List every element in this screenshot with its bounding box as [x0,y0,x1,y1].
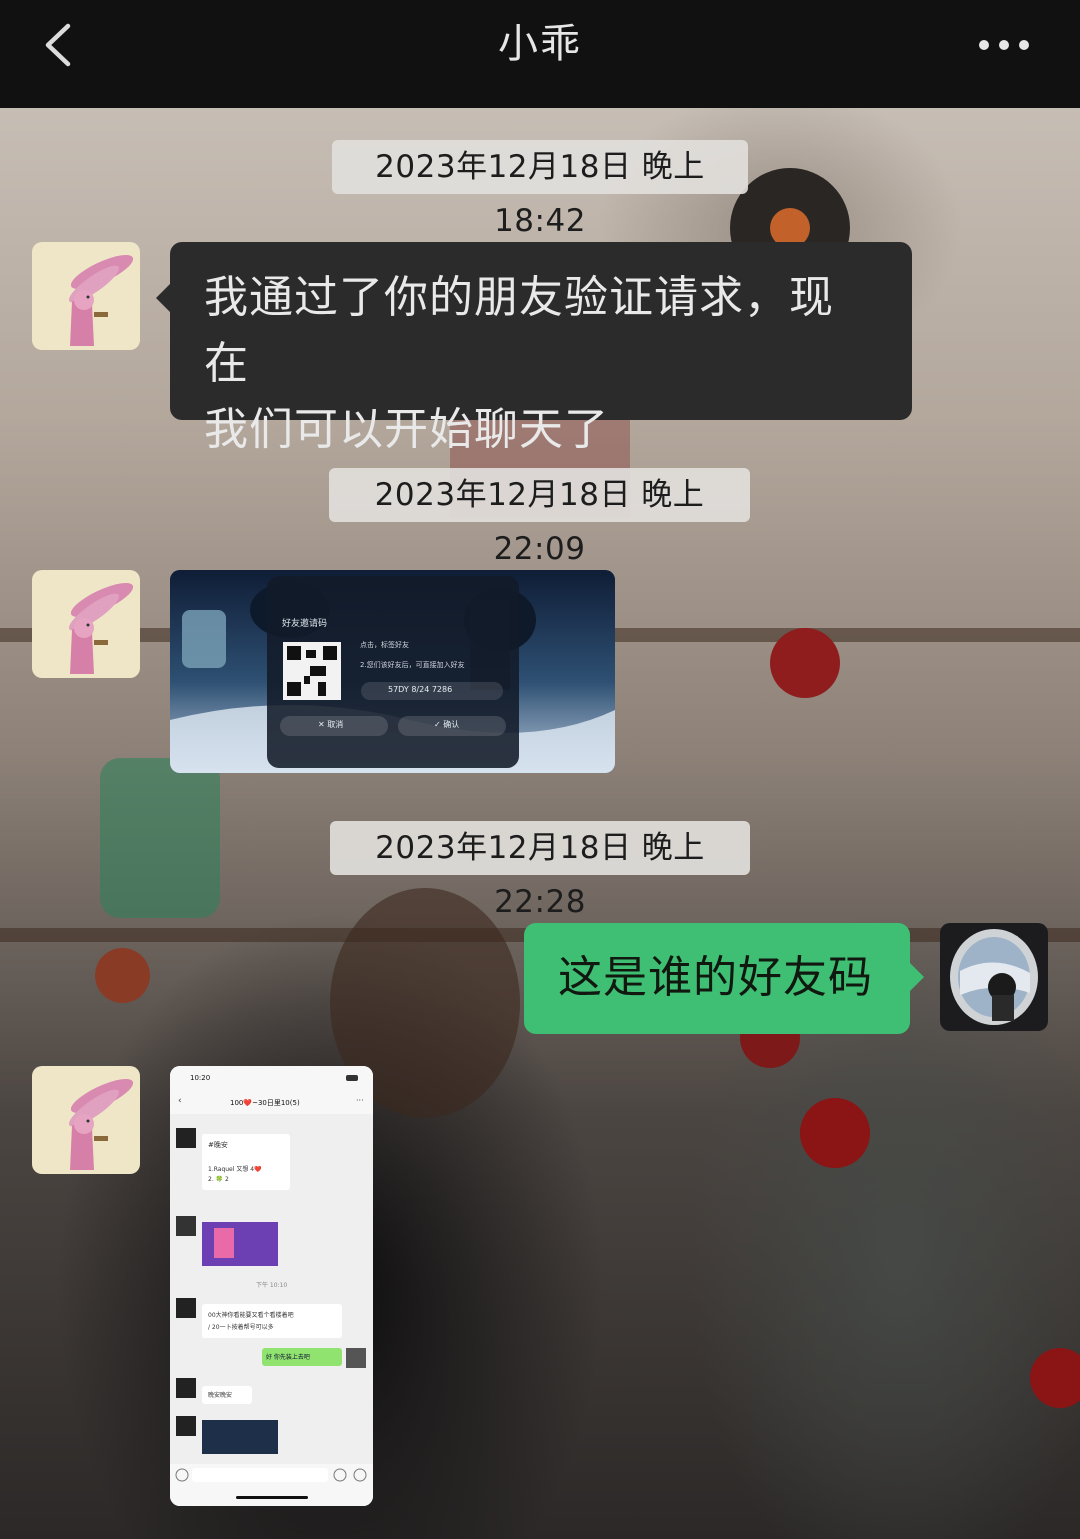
chat-screenshot-image[interactable]: 10:20 ‹ 100❤️~30日里10(5) ··· #晚安 1.Raquel… [170,1066,373,1506]
screenshot-message: / 20一卜按着帮号可以多 [208,1324,274,1331]
contact-avatar[interactable] [32,570,140,678]
wallpaper-ornament [770,628,840,698]
wallpaper-letter [100,758,220,918]
chat-screen: 小乖 2023年12月18日 晚上18:42 我通过了你的朋友验证请求，现在 我… [0,0,1080,1539]
chevron-left-icon: ‹ [178,1096,182,1106]
wallpaper-ornament [95,948,150,1003]
screenshot-divider: 下午 10:10 [256,1282,288,1289]
timestamp: 2023年12月18日 晚上22:09 [329,468,750,567]
screenshot-message: 晚安晚安 [208,1392,233,1399]
friend-code: 57DY 8/24 7286 [388,685,453,694]
dialog-item: 点击，标签好友 [360,641,409,649]
airplane-window-avatar-icon [940,923,1048,1031]
screenshot-chat-title: 100❤️~30日里10(5) [230,1099,300,1107]
message-line: 我们可以开始聊天了 [204,404,609,455]
chat-header: 小乖 [0,0,1080,108]
game-screenshot-image[interactable]: 好友邀请码 点击，标签好友 2.您们该好友后，可直接加入好友 57DY 8/24… [170,570,615,773]
dialog-cancel: ✕ 取消 [318,719,343,730]
game-scene-graphic [170,570,615,773]
message-line: 我通过了你的朋友验证请求，现在 [204,272,834,389]
self-avatar[interactable] [940,923,1048,1031]
screenshot-message: 00大神你看能要又看个看楼着吧 [208,1312,294,1319]
timestamp: 2023年12月18日 晚上18:42 [332,140,748,239]
dialog-cancel-label: 取消 [327,720,344,729]
screenshot-message: 1.Raquel 又想 4❤️ [208,1166,262,1173]
dialog-title: 好友邀请码 [282,619,328,629]
wallpaper-ornament [1030,1348,1080,1408]
close-icon: ✕ [318,720,328,729]
rabbit-avatar-icon [32,1066,140,1174]
incoming-text-bubble[interactable]: 我通过了你的朋友验证请求，现在 我们可以开始聊天了 [156,242,912,455]
dialog-item: 2.您们该好友后，可直接加入好友 [360,661,465,669]
timestamp: 2023年12月18日 晚上22:28 [330,821,750,920]
dialog-confirm-label: 确认 [443,720,460,729]
contact-avatar[interactable] [32,242,140,350]
outgoing-text-bubble[interactable]: 这是谁的好友码 [524,923,924,1034]
status-time: 10:20 [190,1074,211,1082]
screenshot-message: 2. 🍀 2 [208,1176,229,1183]
more-horizontal-icon[interactable] [972,28,1036,62]
screenshot-message: #晚安 [208,1141,228,1149]
more-horizontal-icon: ··· [356,1096,364,1105]
check-icon: ✓ [434,720,444,729]
wallpaper-ornament [800,1098,870,1168]
contact-avatar[interactable] [32,1066,140,1174]
dialog-confirm: ✓ 确认 [434,719,459,730]
screenshot-message: 好 你先装上去吧 [266,1354,310,1361]
chat-title: 小乖 [498,21,582,67]
rabbit-avatar-icon [32,242,140,350]
message-line: 这是谁的好友码 [558,952,873,1003]
rabbit-avatar-icon [32,570,140,678]
